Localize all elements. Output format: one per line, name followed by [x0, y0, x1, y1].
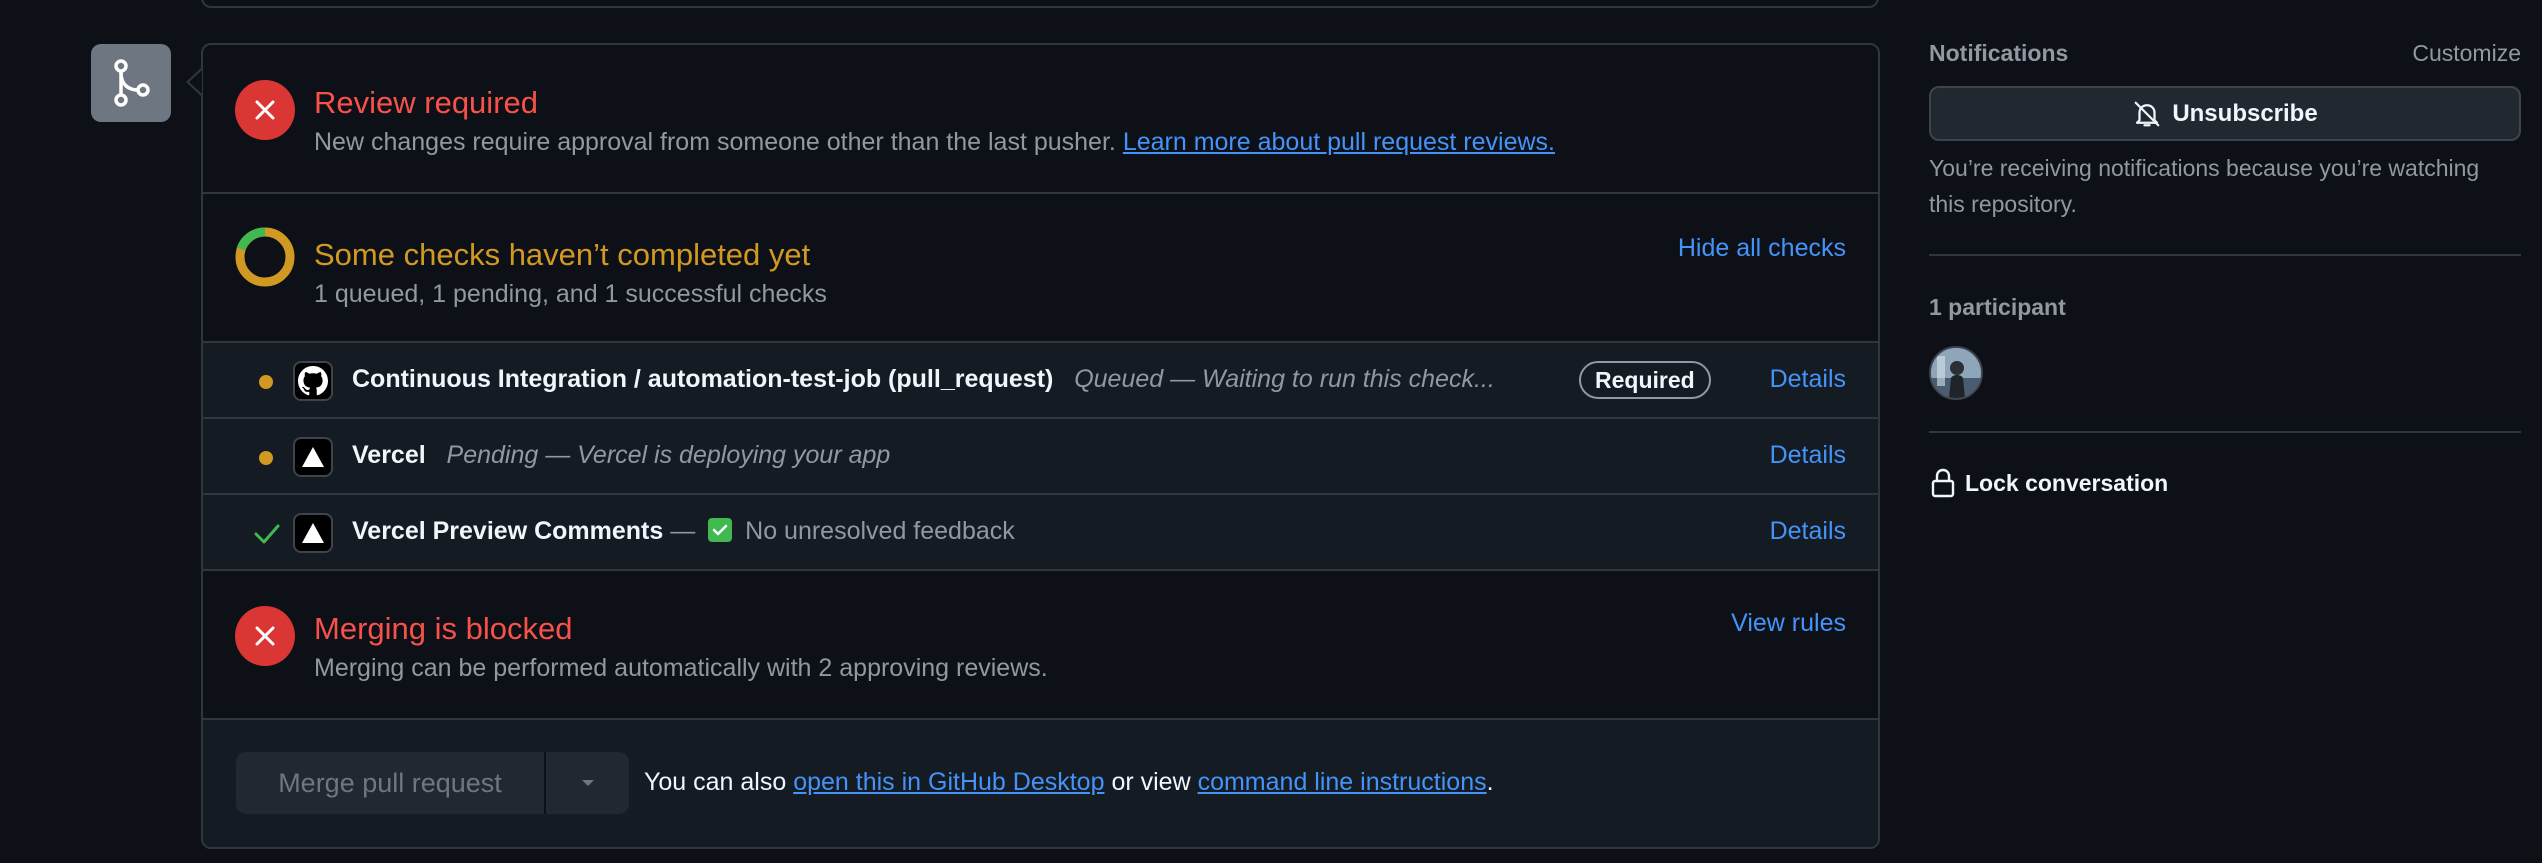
check-title: Vercel — [352, 441, 426, 469]
checks-progress-icon — [235, 227, 295, 292]
details-link[interactable]: Details — [1770, 441, 1846, 470]
lock-conversation-label: Lock conversation — [1965, 469, 2169, 496]
pending-dot-icon — [259, 451, 273, 465]
review-required-text: New changes require approval from someon… — [314, 128, 1555, 157]
review-required-section: Review required New changes require appr… — [203, 45, 1878, 194]
merge-help-text: You can also open this in GitHub Desktop… — [644, 768, 1494, 797]
divider — [1929, 431, 2521, 433]
check-row: Vercel Pending — Vercel is deploying you… — [203, 419, 1878, 495]
mergebox-pointer-fill — [189, 70, 202, 94]
notifications-heading: Notifications — [1929, 40, 2069, 66]
participant-avatar[interactable] — [1929, 346, 1983, 400]
merge-method-dropdown[interactable] — [546, 752, 629, 814]
bell-slash-icon — [2134, 101, 2160, 126]
merging-blocked-title: Merging is blocked — [314, 611, 573, 646]
github-desktop-link[interactable]: open this in GitHub Desktop — [793, 768, 1104, 796]
merge-box: Review required New changes require appr… — [201, 43, 1880, 849]
check-row: Continuous Integration / automation-test… — [203, 343, 1878, 419]
review-required-description: New changes require approval from someon… — [314, 128, 1116, 156]
queued-dot-icon — [259, 375, 273, 389]
help-suffix: . — [1486, 768, 1494, 796]
help-middle: or view — [1111, 768, 1191, 796]
unsubscribe-label: Unsubscribe — [2172, 99, 2318, 127]
check-name: Vercel Pending — Vercel is deploying you… — [352, 441, 890, 470]
check-description: Pending — Vercel is deploying your app — [446, 441, 891, 469]
check-description: No unresolved feedback — [745, 517, 1015, 545]
details-link[interactable]: Details — [1770, 517, 1846, 546]
view-rules-link[interactable]: View rules — [1731, 609, 1846, 638]
merging-blocked-section: Merging is blocked Merging can be perfor… — [203, 571, 1878, 720]
github-logo-icon — [293, 361, 333, 401]
checkbox-checked-icon — [708, 518, 733, 542]
lock-icon — [1931, 468, 1955, 498]
merge-actions: Merge pull request You can also open thi… — [203, 720, 1878, 847]
customize-link[interactable]: Customize — [2412, 40, 2521, 67]
check-title: Vercel Preview Comments — [352, 517, 664, 545]
divider — [1929, 254, 2521, 256]
learn-more-link[interactable]: Learn more about pull request reviews. — [1123, 128, 1555, 156]
checks-section: Some checks haven’t completed yet 1 queu… — [203, 194, 1878, 343]
triangle-down-icon — [581, 780, 594, 786]
unsubscribe-button[interactable]: Unsubscribe — [1929, 86, 2521, 141]
check-description: Queued — Waiting to run this check... — [1074, 365, 1495, 393]
checks-summary: 1 queued, 1 pending, and 1 successful ch… — [314, 280, 827, 308]
x-circle-icon — [235, 606, 295, 666]
check-separator: — — [670, 517, 696, 545]
check-mark-icon — [253, 519, 281, 552]
required-badge: Required — [1579, 361, 1711, 399]
checks-title: Some checks haven’t completed yet — [314, 237, 811, 272]
participants-heading: 1 participant — [1929, 294, 2066, 320]
help-prefix: You can also — [644, 768, 787, 796]
merge-pull-request-button[interactable]: Merge pull request — [236, 752, 546, 814]
command-line-instructions-link[interactable]: command line instructions — [1198, 768, 1487, 796]
lock-conversation-button[interactable]: Lock conversation — [1929, 468, 2168, 498]
merging-blocked-text: Merging can be performed automatically w… — [314, 654, 1048, 682]
check-name: Continuous Integration / automation-test… — [352, 365, 1495, 394]
check-row: Vercel Preview Comments — No unresolved … — [203, 495, 1878, 571]
review-required-title: Review required — [314, 85, 538, 120]
hide-all-checks-link[interactable]: Hide all checks — [1678, 234, 1846, 263]
notification-reason: You’re receiving notifications because y… — [1929, 155, 2480, 217]
check-name: Vercel Preview Comments — No unresolved … — [352, 517, 1015, 546]
x-circle-icon — [235, 80, 295, 140]
details-link[interactable]: Details — [1770, 365, 1846, 394]
check-title: Continuous Integration / automation-test… — [352, 365, 1054, 393]
git-merge-icon — [91, 44, 171, 122]
previous-timeline-card — [201, 0, 1879, 8]
avatar-photo-icon — [1931, 348, 1981, 398]
vercel-logo-icon — [293, 513, 333, 553]
vercel-logo-icon — [293, 437, 333, 477]
merge-button-group: Merge pull request — [236, 752, 629, 814]
